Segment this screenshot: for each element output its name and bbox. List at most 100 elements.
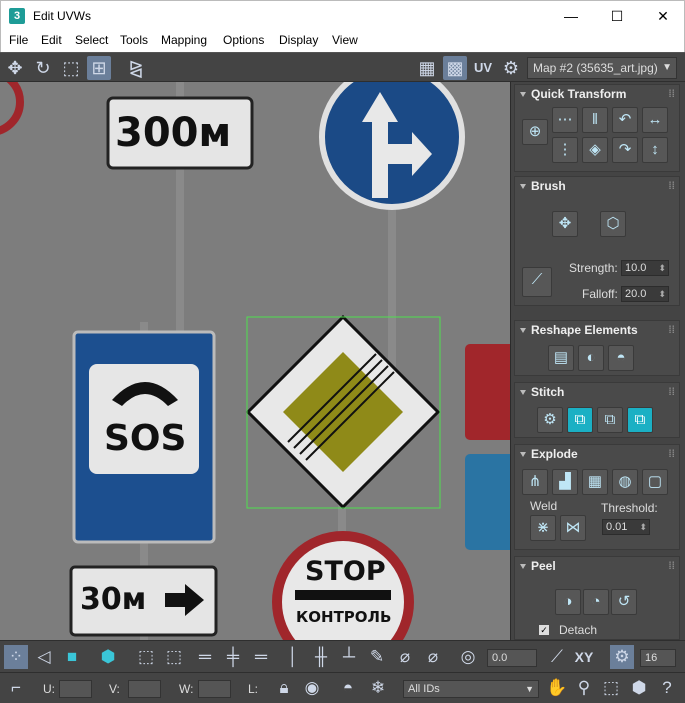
u-field[interactable]	[59, 680, 92, 698]
help-icon[interactable]: ?	[655, 676, 679, 700]
align-horizontal-icon[interactable]: ⋯	[552, 107, 578, 133]
top-toolbar: ✥ ↻ ⬚ ⊞ ⧎ ▦ ▩ UV ⚙ Map #2 (35635_art.jpg…	[0, 52, 685, 82]
uv-viewport[interactable]: 300м SOS 30м STOP КОНТРОЛЬ	[0, 82, 510, 640]
rollout-header-stitch[interactable]: Stitch	[515, 383, 679, 403]
menu-display[interactable]: Display	[279, 33, 318, 47]
maximize-button[interactable]: ☐	[594, 1, 640, 31]
map-dropdown[interactable]: Map #2 (35635_art.jpg) ▼	[527, 57, 677, 79]
polygon-mode-icon[interactable]: ■	[60, 645, 84, 669]
break-icon[interactable]: ⋔	[522, 469, 548, 495]
weld-target-icon[interactable]: ⋈	[560, 515, 586, 541]
zoom-extents-icon[interactable]: ⬢	[627, 676, 651, 700]
detach-checkbox[interactable]: ✓	[539, 625, 549, 635]
show-map-icon[interactable]: ▩	[443, 56, 467, 80]
checker-icon[interactable]: ▦	[415, 56, 439, 80]
minimize-button[interactable]: —	[548, 1, 594, 31]
vertex-mode-icon[interactable]: ⁘	[4, 645, 28, 669]
detach-label: Detach	[559, 623, 598, 637]
menu-select[interactable]: Select	[75, 33, 108, 47]
grow-select-icon[interactable]: ⬚	[134, 645, 158, 669]
rotate-cw-icon[interactable]: ↷	[612, 137, 638, 163]
zoom-icon[interactable]: ⚲	[572, 676, 596, 700]
rotate-ccw-icon[interactable]: ↶	[612, 107, 638, 133]
strength-spinner[interactable]: 10.0	[621, 260, 669, 276]
lock-icon[interactable]: 🔒︎	[272, 676, 296, 700]
paint-shrink-icon[interactable]: ⌀	[421, 645, 445, 669]
freeform-icon[interactable]: ⊞	[87, 56, 111, 80]
grow-loop-icon[interactable]: ╪	[221, 645, 245, 669]
relax-brush-icon[interactable]: ⬡	[600, 211, 626, 237]
loop-icon[interactable]: ═	[193, 645, 217, 669]
rotate-icon[interactable]: ↻	[31, 56, 55, 80]
mirror-icon[interactable]: ⧎	[124, 56, 148, 80]
hide-icon[interactable]: ◉	[300, 676, 324, 700]
shrink-loop-icon[interactable]: ═	[249, 645, 273, 669]
quick-peel-icon[interactable]: ◑	[555, 589, 581, 615]
move-icon[interactable]: ✥	[3, 56, 27, 80]
align-icon[interactable]: ⊕	[522, 119, 548, 145]
explode-settings-icon[interactable]: ▢	[642, 469, 668, 495]
zoom-region-icon[interactable]: ⬚	[599, 676, 623, 700]
eye-icon[interactable]: ◓	[336, 676, 360, 700]
falloff-spinner[interactable]: 20.0	[621, 286, 669, 302]
grid-count-field[interactable]: 16	[640, 649, 676, 667]
weld-selected-icon[interactable]: ⋇	[530, 515, 556, 541]
align-edge-vertical-icon[interactable]: ↕	[642, 137, 668, 163]
menu-options[interactable]: Options	[223, 33, 264, 47]
ring-icon[interactable]: │	[281, 645, 305, 669]
flatten-by-polygon-icon[interactable]: ▟	[552, 469, 578, 495]
shrink-select-icon[interactable]: ⬚	[162, 645, 186, 669]
space-center-icon[interactable]: ◈	[582, 137, 608, 163]
straighten-icon[interactable]: ▤	[548, 345, 574, 371]
flatten-icon[interactable]: ◓	[608, 345, 634, 371]
snap-icon[interactable]: ⚙	[610, 645, 634, 669]
menu-mapping[interactable]: Mapping	[161, 33, 207, 47]
stitch-source-icon[interactable]: ⧉	[567, 407, 593, 433]
rollout-header-brush[interactable]: Brush	[515, 177, 679, 197]
menu-tools[interactable]: Tools	[120, 33, 148, 47]
scale-icon[interactable]: ⬚	[59, 56, 83, 80]
relax-icon[interactable]: ◐	[578, 345, 604, 371]
stitch-settings-icon[interactable]: ⚙	[537, 407, 563, 433]
absolute-mode-icon[interactable]: ⌐	[4, 676, 28, 700]
paint-move-icon[interactable]: ✥	[552, 211, 578, 237]
soft-select-value[interactable]: 0.0	[487, 649, 537, 667]
align-vertical-icon[interactable]: ⋮	[552, 137, 578, 163]
falloff-curve-icon[interactable]: ⟋	[522, 267, 552, 297]
threshold-spinner[interactable]: 0.01	[602, 519, 650, 535]
falloff-line-icon[interactable]: ⟋	[545, 645, 569, 669]
stitch-target-icon[interactable]: ⧉	[627, 407, 653, 433]
paint-grow-icon[interactable]: ⌀	[393, 645, 417, 669]
align-edge-icon[interactable]: ↔	[642, 107, 668, 133]
w-field[interactable]	[198, 680, 231, 698]
stitch-average-icon[interactable]: ⧉	[597, 407, 623, 433]
element-mode-icon[interactable]: ⬢	[96, 645, 120, 669]
grow-ring-icon[interactable]: ╫	[309, 645, 333, 669]
rollout-explode: Explode ⋔ ▟ ▦ ◍ ▢ Weld ⋇ ⋈ Threshold: 0.…	[514, 444, 680, 550]
v-field[interactable]	[128, 680, 161, 698]
flatten-by-smoothing-icon[interactable]: ▦	[582, 469, 608, 495]
space-vertical-icon[interactable]: ‖	[582, 107, 608, 133]
shrink-ring-icon[interactable]: ┴	[337, 645, 361, 669]
edge-mode-icon[interactable]: ◁	[32, 645, 56, 669]
menu-view[interactable]: View	[332, 33, 358, 47]
menu-edit[interactable]: Edit	[41, 33, 62, 47]
close-button[interactable]: ✕	[640, 1, 685, 31]
rollout-header-quick-transform[interactable]: Quick Transform	[515, 85, 679, 105]
peel-mode-icon[interactable]: ◔	[583, 589, 609, 615]
ids-dropdown[interactable]: All IDs ▼	[403, 680, 539, 698]
flatten-by-material-icon[interactable]: ◍	[612, 469, 638, 495]
l-label: L:	[248, 682, 259, 696]
soft-select-icon[interactable]: ◎	[456, 645, 480, 669]
uv-toggle[interactable]: UV	[471, 56, 495, 80]
freeze-icon[interactable]: ❄	[366, 676, 390, 700]
map-settings-icon[interactable]: ⚙	[499, 56, 523, 80]
rollout-header-peel[interactable]: Peel	[515, 557, 679, 577]
pan-icon[interactable]: ✋	[545, 676, 569, 700]
reset-peel-icon[interactable]: ↺	[611, 589, 637, 615]
rollout-header-explode[interactable]: Explode	[515, 445, 679, 465]
menu-file[interactable]: File	[9, 33, 28, 47]
xy-toggle[interactable]: XY	[572, 645, 596, 669]
paint-select-icon[interactable]: ✎	[365, 645, 389, 669]
rollout-header-reshape[interactable]: Reshape Elements	[515, 321, 679, 341]
